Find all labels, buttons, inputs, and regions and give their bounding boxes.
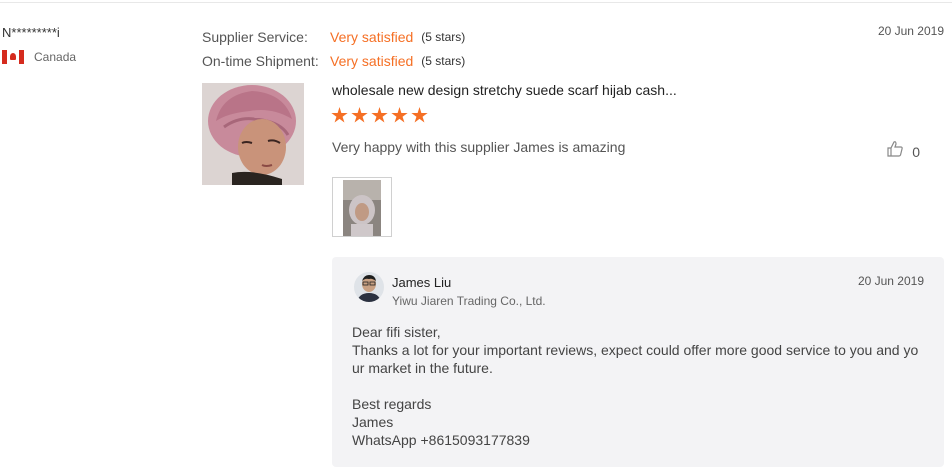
thumbs-up-icon <box>886 140 904 163</box>
star-icon <box>351 107 368 123</box>
rating-stars-text: (5 stars) <box>421 54 466 68</box>
rating-value: Very satisfied <box>330 29 414 45</box>
reply-line: James <box>352 414 394 430</box>
reviewer-country: Canada <box>2 50 76 64</box>
canada-flag-icon <box>2 50 24 64</box>
top-divider <box>0 2 952 3</box>
rating-value: Very satisfied <box>330 53 414 69</box>
star-icon <box>411 107 428 123</box>
reply-date: 20 Jun 2019 <box>857 274 924 288</box>
on-time-shipment-rating: On-time Shipment: Very satisfied (5 star… <box>202 49 465 73</box>
star-icon <box>371 107 388 123</box>
ratings: Supplier Service: Very satisfied (5 star… <box>202 25 465 73</box>
reply-line: Dear fifi sister, <box>352 324 441 340</box>
avatar <box>354 272 384 302</box>
reviewer-info: N*********i Canada <box>2 25 76 64</box>
review-attachment-thumbnail[interactable] <box>332 177 392 237</box>
rating-label: Supplier Service: <box>202 29 308 45</box>
review-comment: Very happy with this supplier James is a… <box>332 139 626 155</box>
supplier-service-rating: Supplier Service: Very satisfied (5 star… <box>202 25 465 49</box>
supplier-reply: James Liu Yiwu Jiaren Trading Co., Ltd. … <box>332 257 944 467</box>
reply-line: Best regards <box>352 396 432 412</box>
reply-line <box>352 377 922 395</box>
reply-line: Thanks a lot for your important reviews,… <box>352 342 919 358</box>
rating-stars-text: (5 stars) <box>421 30 466 44</box>
reply-company: Yiwu Jiaren Trading Co., Ltd. <box>392 294 546 308</box>
like-count: 0 <box>912 143 920 160</box>
star-icon <box>331 107 348 123</box>
reply-line: WhatsApp +8615093177839 <box>352 432 530 448</box>
reviewer-name: N*********i <box>2 25 60 40</box>
like-button[interactable]: 0 <box>886 140 920 163</box>
reply-line: ur market in the future. <box>352 360 493 376</box>
review-date: 20 Jun 2019 <box>877 24 944 38</box>
star-rating <box>331 107 431 124</box>
product-title-link[interactable]: wholesale new design stretchy suede scar… <box>332 82 677 98</box>
reply-author-name: James Liu <box>392 275 452 290</box>
star-icon <box>391 107 408 123</box>
rating-label: On-time Shipment: <box>202 53 319 69</box>
product-image[interactable] <box>202 83 304 185</box>
reply-body: Dear fifi sister, Thanks a lot for your … <box>352 323 922 449</box>
country-name: Canada <box>34 50 77 64</box>
